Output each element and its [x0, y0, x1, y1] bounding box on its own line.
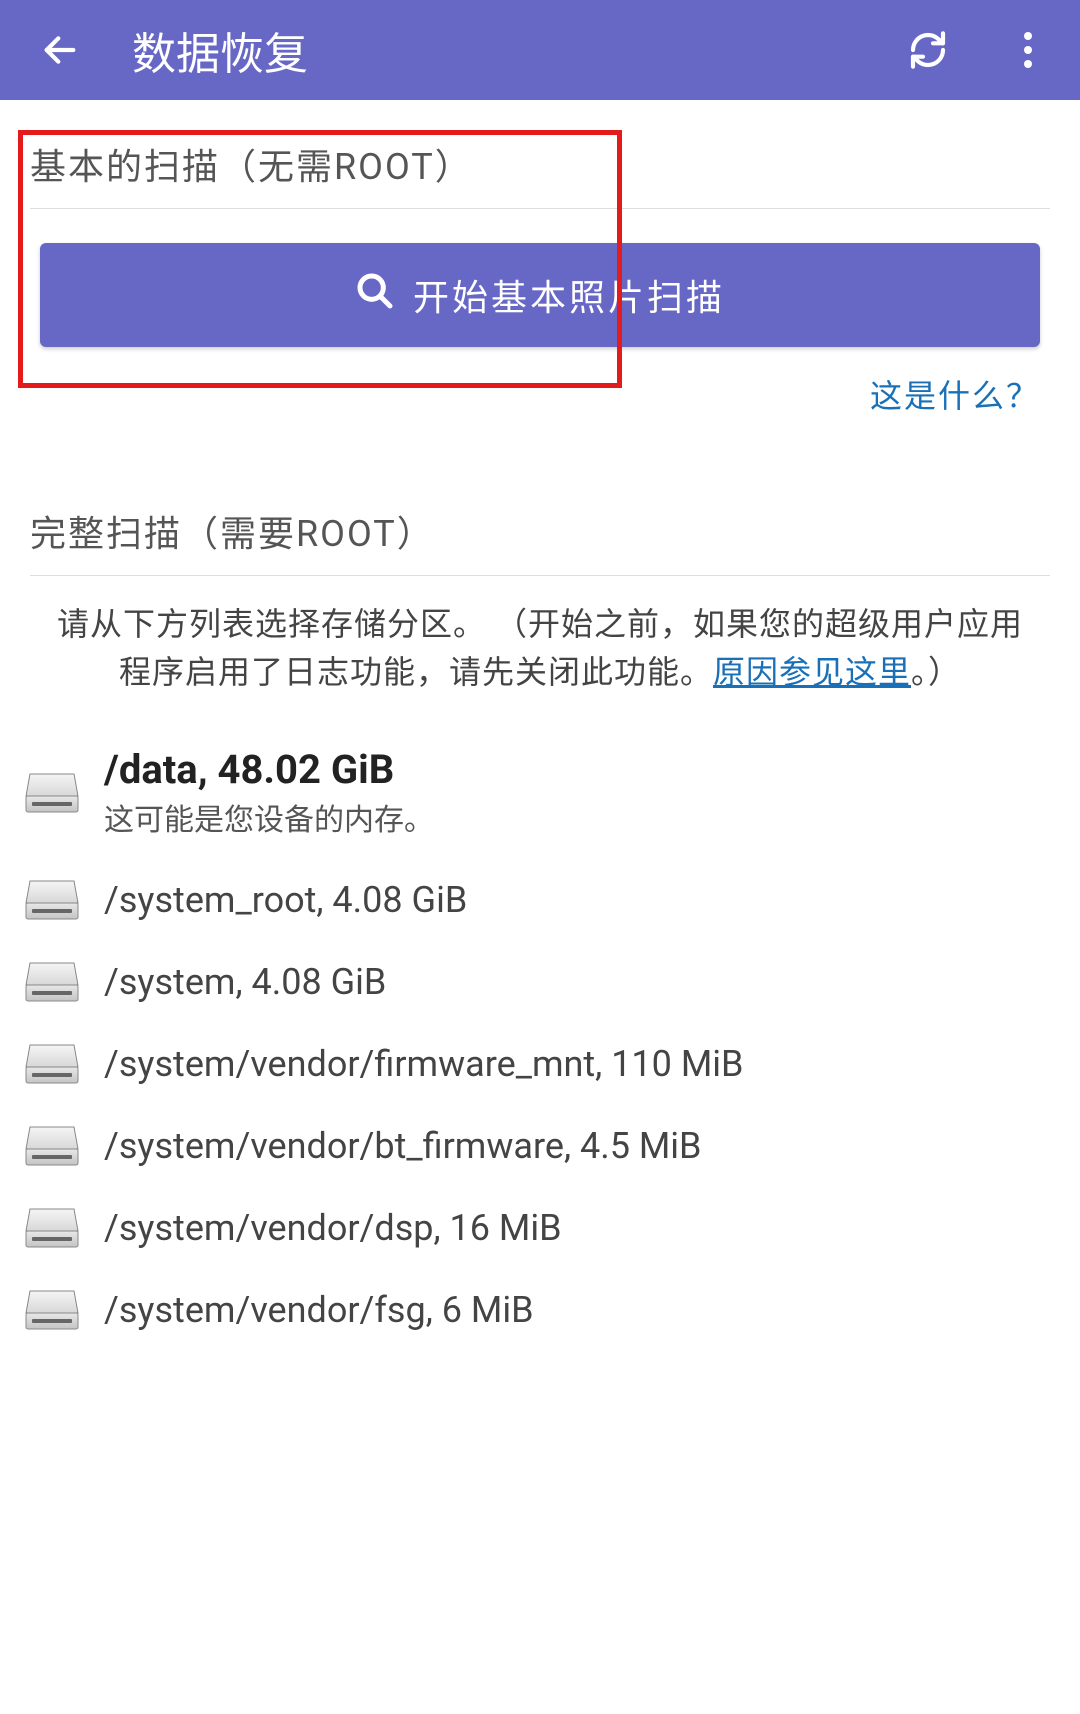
partition-item[interactable]: /system/vendor/bt_firmware, 4.5 MiB — [0, 1105, 1080, 1187]
partition-text: /system, 4.08 GiB — [104, 961, 1056, 1003]
drive-icon — [24, 772, 80, 814]
partition-item[interactable]: /system_root, 4.08 GiB — [0, 859, 1080, 941]
partition-text: /system/vendor/bt_firmware, 4.5 MiB — [104, 1125, 1056, 1167]
overflow-menu-icon[interactable] — [1006, 28, 1050, 72]
content-area: 基本的扫描（无需ROOT） 开始基本照片扫描 这是什么？ 完整扫描（需要ROOT… — [0, 100, 1080, 1351]
search-icon — [355, 271, 395, 320]
partition-text: /system/vendor/dsp, 16 MiB — [104, 1207, 1056, 1249]
reason-link[interactable]: 原因参见这里 — [713, 653, 911, 691]
partition-item[interactable]: /system/vendor/firmware_mnt, 110 MiB — [0, 1023, 1080, 1105]
partition-title: /data, 48.02 GiB — [104, 746, 1056, 793]
partition-title: /system_root, 4.08 GiB — [104, 879, 1056, 921]
drive-icon — [24, 961, 80, 1003]
partition-subtitle: 这可能是您设备的内存。 — [104, 795, 1056, 839]
partition-title: /system, 4.08 GiB — [104, 961, 1056, 1003]
drive-icon — [24, 1289, 80, 1331]
instruction-text: 请从下方列表选择存储分区。 （开始之前，如果您的超级用户应用程序启用了日志功能，… — [30, 576, 1050, 696]
start-basic-scan-button[interactable]: 开始基本照片扫描 — [40, 243, 1040, 347]
drive-icon — [24, 1125, 80, 1167]
partition-list: /data, 48.02 GiB这可能是您设备的内存。 /system_root… — [0, 696, 1080, 1351]
partition-title: /system/vendor/bt_firmware, 4.5 MiB — [104, 1125, 1056, 1167]
drive-icon — [24, 879, 80, 921]
partition-title: /system/vendor/firmware_mnt, 110 MiB — [104, 1043, 1056, 1085]
refresh-icon[interactable] — [906, 28, 950, 72]
partition-text: /system/vendor/firmware_mnt, 110 MiB — [104, 1043, 1056, 1085]
back-arrow-icon[interactable] — [38, 28, 82, 72]
basic-scan-section: 基本的扫描（无需ROOT） 开始基本照片扫描 这是什么？ — [0, 100, 1080, 417]
scan-button-label: 开始基本照片扫描 — [413, 269, 725, 321]
partition-title: /system/vendor/fsg, 6 MiB — [104, 1289, 1056, 1331]
full-scan-section: 完整扫描（需要ROOT） 请从下方列表选择存储分区。 （开始之前，如果您的超级用… — [0, 467, 1080, 696]
partition-item[interactable]: /data, 48.02 GiB这可能是您设备的内存。 — [0, 726, 1080, 859]
appbar-actions — [906, 28, 1050, 72]
drive-icon — [24, 1043, 80, 1085]
partition-item[interactable]: /system/vendor/dsp, 16 MiB — [0, 1187, 1080, 1269]
appbar: 数据恢复 — [0, 0, 1080, 100]
partition-title: /system/vendor/dsp, 16 MiB — [104, 1207, 1056, 1249]
full-scan-title: 完整扫描（需要ROOT） — [30, 467, 1050, 576]
partition-text: /system_root, 4.08 GiB — [104, 879, 1056, 921]
partition-text: /system/vendor/fsg, 6 MiB — [104, 1289, 1056, 1331]
partition-item[interactable]: /system/vendor/fsg, 6 MiB — [0, 1269, 1080, 1351]
what-is-this-link[interactable]: 这是什么？ — [30, 347, 1050, 417]
partition-item[interactable]: /system, 4.08 GiB — [0, 941, 1080, 1023]
basic-scan-title: 基本的扫描（无需ROOT） — [30, 100, 1050, 209]
drive-icon — [24, 1207, 80, 1249]
page-title: 数据恢复 — [132, 18, 906, 82]
partition-text: /data, 48.02 GiB这可能是您设备的内存。 — [104, 746, 1056, 839]
